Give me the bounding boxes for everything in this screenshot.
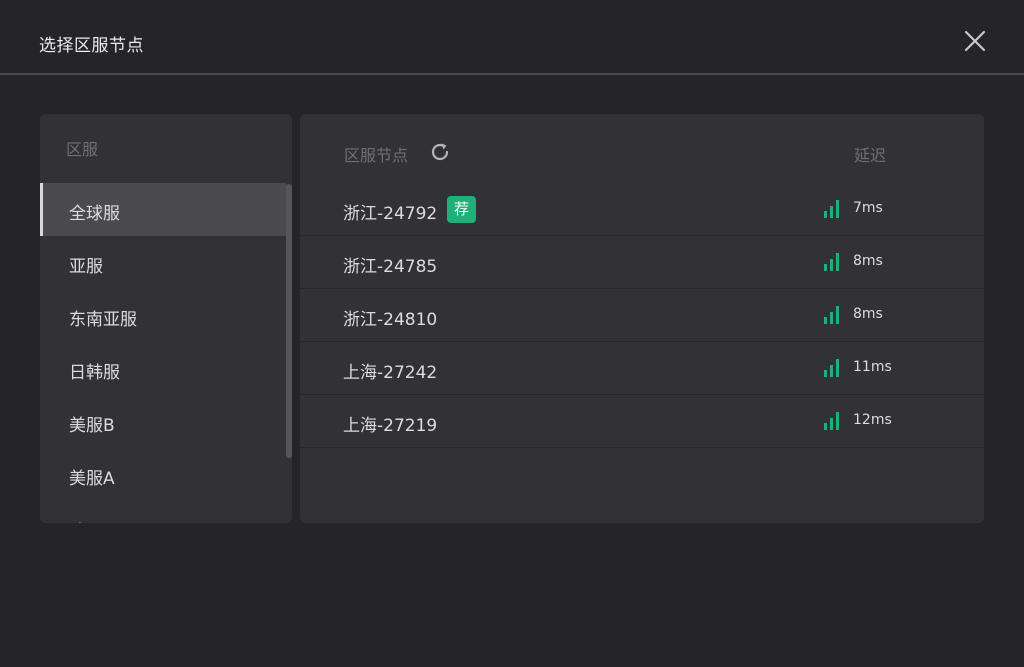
node-list: 浙江-24792 荐 7ms 浙江-24785 8ms 浙江-24810 8ms…: [300, 183, 984, 448]
signal-icon: [824, 306, 839, 324]
region-item-label: 美服A: [69, 469, 115, 489]
signal-icon: [824, 200, 839, 218]
node-name: 浙江-24792: [343, 204, 438, 224]
region-item-asia[interactable]: 亚服: [40, 236, 292, 289]
region-item-label: 亚服: [69, 257, 103, 277]
close-icon: [964, 30, 986, 52]
node-panel: 区服节点 延迟 浙江-24792 荐 7ms 浙江-24785 8ms 浙江-2…: [300, 114, 984, 523]
close-button[interactable]: [960, 26, 990, 56]
signal-icon: [824, 253, 839, 271]
node-row[interactable]: 上海-27219 12ms: [300, 395, 984, 448]
dialog-titlebar: 选择区服节点: [0, 0, 1024, 74]
latency-value: 11ms: [853, 359, 892, 375]
latency-value: 7ms: [853, 200, 883, 216]
region-item-label: 东南亚服: [69, 310, 137, 330]
title-divider: [0, 73, 1024, 75]
region-header: 区服: [66, 140, 99, 159]
node-name: 上海-27219: [343, 416, 438, 436]
region-scrollbar[interactable]: [286, 184, 292, 458]
latency-value: 8ms: [853, 306, 883, 322]
recommend-badge: 荐: [447, 196, 476, 223]
latency-header: 延迟: [854, 146, 887, 165]
region-item-europe[interactable]: 欧服: [40, 501, 292, 523]
latency-value: 12ms: [853, 412, 892, 428]
node-header: 区服节点: [344, 146, 409, 165]
node-name: 浙江-24785: [343, 257, 438, 277]
node-row[interactable]: 上海-27242 11ms: [300, 342, 984, 395]
region-item-us-a[interactable]: 美服A: [40, 448, 292, 501]
refresh-icon[interactable]: [428, 140, 452, 164]
region-item-label: 欧服: [69, 517, 103, 523]
node-row[interactable]: 浙江-24792 荐 7ms: [300, 183, 984, 236]
region-list: 全球服 亚服 东南亚服 日韩服 美服B 美服A 欧服: [40, 183, 292, 523]
dialog-title: 选择区服节点: [39, 36, 144, 56]
region-item-southeast-asia[interactable]: 东南亚服: [40, 289, 292, 342]
region-panel: 区服 全球服 亚服 东南亚服 日韩服 美服B 美服A 欧服: [40, 114, 292, 523]
signal-icon: [824, 412, 839, 430]
node-name: 浙江-24810: [343, 310, 438, 330]
node-row[interactable]: 浙江-24785 8ms: [300, 236, 984, 289]
region-item-us-b[interactable]: 美服B: [40, 395, 292, 448]
region-item-japan-korea[interactable]: 日韩服: [40, 342, 292, 395]
region-item-global[interactable]: 全球服: [40, 183, 286, 236]
region-item-label: 日韩服: [69, 363, 120, 383]
node-name: 上海-27242: [343, 363, 438, 383]
region-item-label: 全球服: [69, 204, 120, 224]
signal-icon: [824, 359, 839, 377]
region-item-label: 美服B: [69, 416, 115, 436]
latency-value: 8ms: [853, 253, 883, 269]
node-row[interactable]: 浙江-24810 8ms: [300, 289, 984, 342]
